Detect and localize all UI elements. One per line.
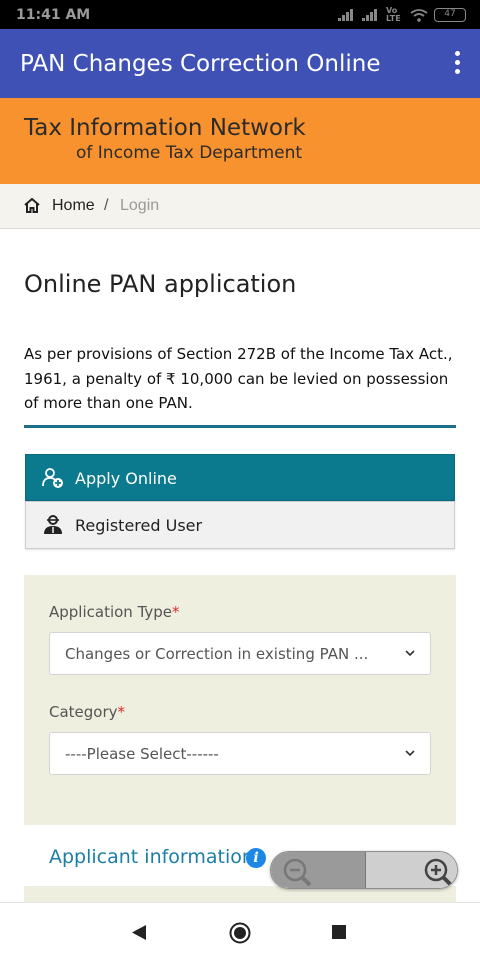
- status-time: 11:41 AM: [16, 7, 91, 23]
- divider: [24, 425, 456, 428]
- battery-icon: 47: [434, 8, 466, 22]
- home-icon: [24, 198, 40, 213]
- status-icons: Vo LTE 47: [338, 7, 466, 23]
- tin-banner: Tax Information Network of Income Tax De…: [0, 98, 480, 184]
- app-title: PAN Changes Correction Online: [20, 51, 381, 77]
- chevron-down-icon: [405, 750, 415, 757]
- signal-icon: [338, 9, 356, 21]
- zoom-in-button[interactable]: [365, 852, 457, 888]
- tab-registered-user[interactable]: Registered User: [25, 501, 455, 549]
- info-icon[interactable]: i: [246, 848, 266, 868]
- recent-apps-icon[interactable]: [332, 925, 346, 939]
- system-nav-bar: [0, 902, 480, 960]
- zoom-controls: [270, 851, 458, 889]
- application-type-label: Application Type*: [49, 603, 180, 621]
- tab-registered-user-label: Registered User: [75, 516, 203, 535]
- home-button-icon[interactable]: [229, 922, 251, 944]
- app-bar: PAN Changes Correction Online: [0, 29, 480, 98]
- zoom-out-button[interactable]: [271, 852, 365, 888]
- back-icon[interactable]: [131, 924, 147, 941]
- chevron-down-icon: [405, 650, 415, 657]
- required-marker: *: [172, 603, 180, 621]
- breadcrumb-current: Login: [120, 197, 160, 214]
- category-label: Category*: [49, 703, 126, 721]
- add-user-icon: [42, 468, 63, 488]
- breadcrumb-home-link[interactable]: Home: [52, 197, 95, 215]
- tab-apply-online[interactable]: Apply Online: [25, 454, 455, 501]
- breadcrumb: Home / Login: [0, 184, 480, 229]
- page-title: Online PAN application: [24, 270, 297, 298]
- zoom-out-icon: [283, 858, 312, 887]
- application-type-select[interactable]: Changes or Correction in existing PAN ..…: [49, 632, 431, 675]
- wifi-icon: [410, 8, 428, 22]
- breadcrumb-separator: /: [104, 197, 109, 214]
- user-icon: [44, 515, 62, 534]
- application-form: Application Type* Changes or Correction …: [24, 575, 456, 825]
- tab-apply-online-label: Apply Online: [75, 469, 177, 488]
- required-marker: *: [117, 703, 126, 721]
- banner-line-2: of Income Tax Department: [76, 143, 303, 163]
- application-type-value: Changes or Correction in existing PAN ..…: [65, 645, 369, 663]
- status-bar: 11:41 AM Vo LTE 47: [0, 0, 480, 29]
- category-select[interactable]: ----Please Select------: [49, 732, 431, 775]
- overflow-menu-icon[interactable]: [452, 51, 462, 77]
- volte-label: Vo LTE: [386, 6, 401, 23]
- banner-line-1: Tax Information Network: [24, 115, 306, 141]
- category-value: ----Please Select------: [65, 745, 219, 763]
- signal-icon-2: [362, 9, 380, 21]
- penalty-notice: As per provisions of Section 272B of the…: [24, 345, 453, 412]
- applicant-information-heading: Applicant information: [49, 846, 254, 868]
- zoom-in-icon: [424, 858, 453, 887]
